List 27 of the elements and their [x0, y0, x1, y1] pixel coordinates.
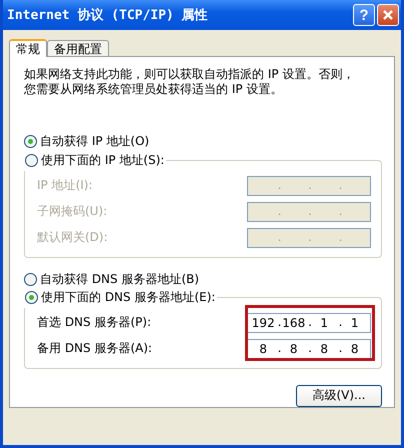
tab[interactable]: 备用配置 [47, 40, 109, 56]
field-label: IP 地址(I): [37, 177, 93, 194]
radio-button[interactable] [25, 291, 38, 304]
field-label: 默认网关(D): [37, 229, 108, 246]
close-icon [382, 9, 394, 21]
radio-label: 使用下面的 DNS 服务器地址(E): [41, 289, 216, 306]
tab[interactable]: 常规 [9, 39, 47, 57]
radio-button[interactable] [24, 135, 37, 148]
radio-option[interactable]: 使用下面的 IP 地址(S): [25, 150, 164, 171]
field-label: 备用 DNS 服务器(A): [37, 340, 152, 358]
radio-option[interactable]: 自动获得 DNS 服务器地址(B) [24, 270, 382, 288]
window-title: Internet 协议 (TCP/IP) 属性 [7, 6, 209, 24]
radio-label: 自动获得 DNS 服务器地址(B) [40, 270, 200, 288]
field-label: 子网掩码(U): [37, 203, 108, 220]
description-text: 如果网络支持此功能，则可以获取自动指派的 IP 设置。否则， 您需要从网络系统管理员处获得适当的 IP 设置。 [24, 67, 356, 97]
radio-label: 使用下面的 IP 地址(S): [41, 152, 164, 170]
advanced-button[interactable]: 高级(V)... [296, 384, 382, 407]
radio-button[interactable] [25, 154, 38, 168]
radio-option[interactable]: 使用下面的 DNS 服务器地址(E): [25, 288, 216, 308]
help-button[interactable]: ? [353, 4, 375, 26]
radio-label: 自动获得 IP 地址(O) [40, 133, 150, 150]
radio-option[interactable]: 自动获得 IP 地址(O) [24, 133, 382, 151]
radio-button[interactable] [24, 272, 37, 286]
ip-address-field[interactable]: 8 . 8 . 8 . 8 [247, 338, 371, 359]
field-label: 首选 DNS 服务器(P): [37, 314, 152, 332]
ip-address-field[interactable]: 192 .168 . 1 . 1 [247, 312, 371, 333]
close-button[interactable] [377, 4, 399, 26]
